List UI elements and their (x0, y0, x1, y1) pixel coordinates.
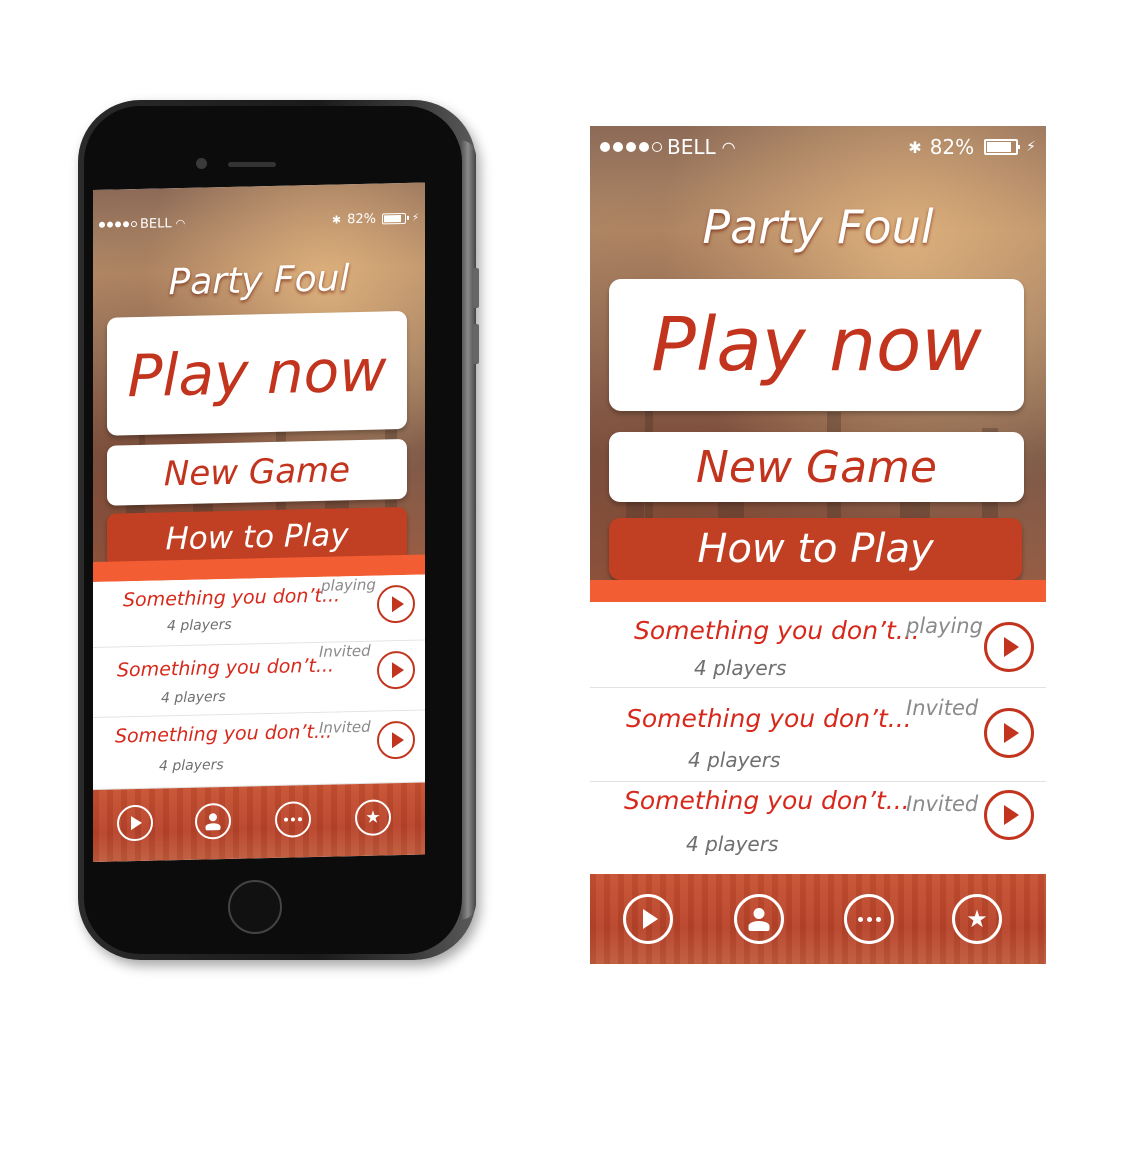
game-players: 4 players (159, 757, 224, 775)
app-title: Party Foul (702, 200, 934, 254)
game-name: Something you don’t... (123, 584, 341, 612)
resume-game-button[interactable] (377, 584, 415, 624)
profile-icon (205, 812, 221, 830)
phone-camera (196, 158, 207, 169)
game-status: Invited (906, 696, 979, 720)
game-status: Invited (319, 641, 371, 661)
play-icon (643, 909, 658, 929)
play-now-button[interactable]: Play now (107, 310, 407, 436)
bluetooth-icon: ✱ (331, 212, 342, 227)
tab-bar: ★ (93, 782, 425, 862)
star-icon: ★ (365, 806, 381, 828)
tab-more[interactable] (844, 894, 894, 944)
carrier-label: BELL (140, 215, 172, 232)
play-icon (1004, 637, 1019, 657)
play-icon (1004, 805, 1019, 825)
app-screen-preview: BELL ◠ ✱ 82% ⚡ Party Foul Play now New G… (590, 126, 1046, 964)
more-icon (857, 916, 881, 922)
tab-play[interactable] (117, 804, 153, 842)
game-list-item[interactable]: Something you don’t... 4 players Invited (590, 782, 1046, 872)
game-name: Something you don’t... (115, 720, 333, 748)
game-status: playing (906, 614, 983, 638)
wifi-icon: ◠ (721, 137, 736, 157)
battery-percent: 82% (347, 211, 376, 227)
how-to-play-button[interactable]: How to Play (609, 518, 1022, 580)
carrier-label: BELL (667, 135, 716, 159)
tab-bar: ★ (590, 874, 1046, 964)
bluetooth-icon: ✱ (908, 137, 922, 157)
play-now-button[interactable]: Play now (609, 279, 1024, 411)
wifi-icon: ◠ (175, 216, 186, 230)
game-status: Invited (906, 792, 979, 816)
charging-bolt-icon: ⚡ (1026, 139, 1036, 155)
game-name: Something you don’t... (117, 654, 335, 682)
new-game-button[interactable]: New Game (609, 432, 1024, 502)
game-status: playing (321, 575, 376, 595)
game-players: 4 players (694, 656, 787, 680)
phone-volume-button (473, 268, 479, 308)
status-bar: BELL ◠ ✱ 82% ⚡ (590, 132, 1046, 162)
game-name: Something you don’t... (624, 786, 910, 815)
charging-bolt-icon: ⚡ (411, 212, 419, 224)
phone-speaker (228, 162, 276, 167)
phone-side-edge (460, 140, 476, 920)
battery-icon (984, 139, 1021, 155)
accept-invite-button[interactable] (377, 650, 415, 690)
tab-more[interactable] (275, 801, 311, 838)
game-players: 4 players (688, 748, 781, 772)
game-status: Invited (319, 717, 371, 737)
phone-home-button (228, 880, 282, 934)
phone-screen: BELL ◠ ✱ 82% ⚡ Party Foul Play now New G… (93, 182, 425, 862)
star-icon: ★ (966, 905, 988, 933)
accept-invite-button[interactable] (377, 720, 415, 760)
accept-invite-button[interactable] (984, 790, 1034, 840)
signal-dots-icon (99, 221, 137, 228)
battery-icon (381, 212, 406, 224)
game-list-item[interactable]: Something you don’t... 4 players Invited (93, 710, 425, 790)
game-list-item[interactable]: Something you don’t... 4 players Invited (93, 640, 425, 718)
resume-game-button[interactable] (984, 622, 1034, 672)
game-name: Something you don’t... (626, 704, 912, 733)
play-icon (131, 815, 142, 831)
phone-volume-button (473, 324, 479, 364)
game-players: 4 players (167, 616, 232, 635)
tab-favorites[interactable]: ★ (355, 799, 391, 837)
more-icon (284, 817, 302, 822)
profile-icon (748, 907, 770, 931)
game-name: Something you don’t... (634, 616, 920, 645)
game-players: 4 players (161, 688, 226, 707)
tab-favorites[interactable]: ★ (952, 894, 1002, 944)
game-list-item[interactable]: Something you don’t... 4 players playing (93, 574, 425, 648)
app-title: Party Foul (168, 258, 350, 304)
accent-divider (590, 580, 1046, 602)
game-list-item[interactable]: Something you don’t... 4 players playing (590, 602, 1046, 688)
play-icon (1004, 723, 1019, 743)
battery-percent: 82% (929, 135, 975, 159)
game-list-item[interactable]: Something you don’t... 4 players Invited (590, 688, 1046, 782)
signal-dots-icon (600, 142, 662, 152)
tab-profile[interactable] (734, 894, 784, 944)
game-players: 4 players (686, 832, 779, 856)
tab-profile[interactable] (195, 802, 231, 840)
accept-invite-button[interactable] (984, 708, 1034, 758)
new-game-button[interactable]: New Game (107, 438, 407, 506)
tab-play[interactable] (623, 894, 673, 944)
